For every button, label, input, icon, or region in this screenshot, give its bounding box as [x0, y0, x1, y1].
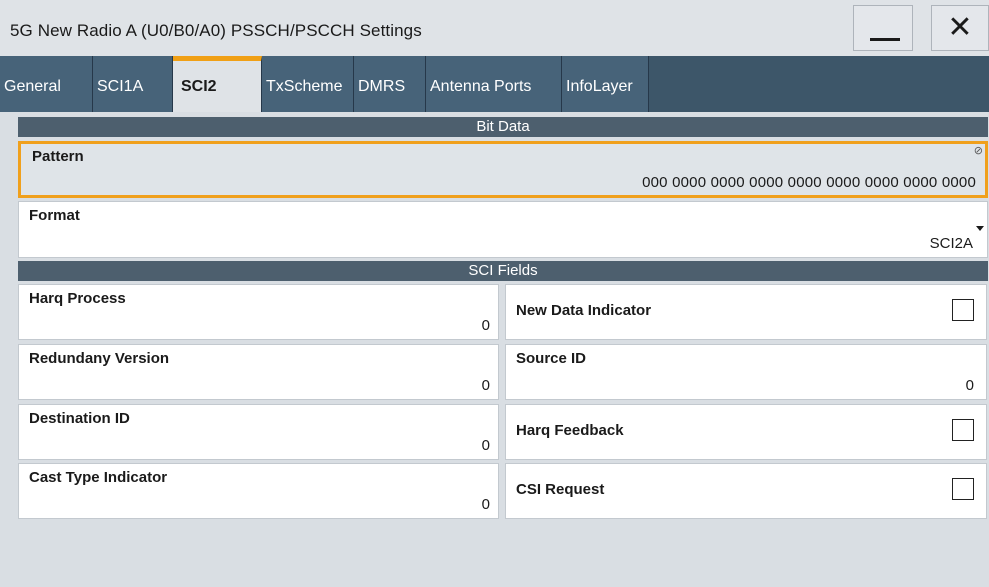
- minimize-icon: [870, 38, 900, 41]
- title-bar: 5G New Radio A (U0/B0/A0) PSSCH/PSCCH Se…: [0, 0, 989, 57]
- redundancy-version-field[interactable]: Redundany Version 0: [18, 344, 499, 400]
- harq-process-label: Harq Process: [29, 290, 126, 307]
- tab-sci2[interactable]: SCI2: [173, 56, 262, 112]
- section-header-sci-fields: SCI Fields: [18, 261, 988, 281]
- pattern-field[interactable]: Pattern ⊘ 000 0000 0000 0000 0000 0000 0…: [18, 141, 988, 198]
- tab-dmrs[interactable]: DMRS: [354, 56, 426, 112]
- close-icon: ✕: [947, 10, 973, 45]
- content-area: Bit Data Pattern ⊘ 000 0000 0000 0000 00…: [18, 117, 989, 587]
- minimize-button[interactable]: [853, 5, 913, 51]
- tab-sci1a[interactable]: SCI1A: [93, 56, 173, 112]
- source-id-label: Source ID: [516, 350, 587, 367]
- format-label: Format: [29, 207, 80, 224]
- harq-process-field[interactable]: Harq Process 0: [18, 284, 499, 340]
- chevron-down-icon: [976, 226, 984, 231]
- harq-process-value: 0: [481, 317, 490, 334]
- new-data-indicator-checkbox[interactable]: [952, 299, 974, 321]
- cast-type-indicator-value: 0: [481, 496, 490, 513]
- section-header-bit-data: Bit Data: [18, 117, 988, 137]
- csi-request-field: CSI Request: [505, 463, 987, 519]
- csi-request-label: CSI Request: [516, 481, 605, 498]
- source-id-value: 0: [965, 377, 974, 394]
- pattern-label: Pattern: [32, 148, 84, 165]
- cast-type-indicator-label: Cast Type Indicator: [29, 469, 168, 486]
- csi-request-checkbox[interactable]: [952, 478, 974, 500]
- tab-general[interactable]: General: [0, 56, 93, 112]
- edit-indicator-icon: ⊘: [973, 144, 983, 157]
- tab-infolayer[interactable]: InfoLayer: [562, 56, 649, 112]
- redundancy-version-label: Redundany Version: [29, 350, 170, 367]
- tab-txscheme[interactable]: TxScheme: [262, 56, 354, 112]
- tab-antenna-ports[interactable]: Antenna Ports: [426, 56, 562, 112]
- window-title: 5G New Radio A (U0/B0/A0) PSSCH/PSCCH Se…: [10, 21, 422, 40]
- redundancy-version-value: 0: [481, 377, 490, 394]
- tab-bar: General SCI1A SCI2 TxScheme DMRS Antenna…: [0, 56, 989, 112]
- harq-feedback-field: Harq Feedback: [505, 404, 987, 460]
- new-data-indicator-label: New Data Indicator: [516, 302, 652, 319]
- destination-id-field[interactable]: Destination ID 0: [18, 404, 499, 460]
- harq-feedback-label: Harq Feedback: [516, 422, 624, 439]
- new-data-indicator-field: New Data Indicator: [505, 284, 987, 340]
- format-dropdown[interactable]: Format SCI2A: [18, 201, 988, 258]
- settings-dialog: 5G New Radio A (U0/B0/A0) PSSCH/PSCCH Se…: [0, 0, 989, 587]
- destination-id-value: 0: [481, 437, 490, 454]
- cast-type-indicator-field[interactable]: Cast Type Indicator 0: [18, 463, 499, 519]
- pattern-value: 000 0000 0000 0000 0000 0000 0000 0000 0…: [642, 174, 976, 191]
- close-button[interactable]: ✕: [931, 5, 989, 51]
- destination-id-label: Destination ID: [29, 410, 130, 427]
- format-value: SCI2A: [929, 235, 973, 252]
- harq-feedback-checkbox[interactable]: [952, 419, 974, 441]
- source-id-field[interactable]: Source ID 0: [505, 344, 987, 400]
